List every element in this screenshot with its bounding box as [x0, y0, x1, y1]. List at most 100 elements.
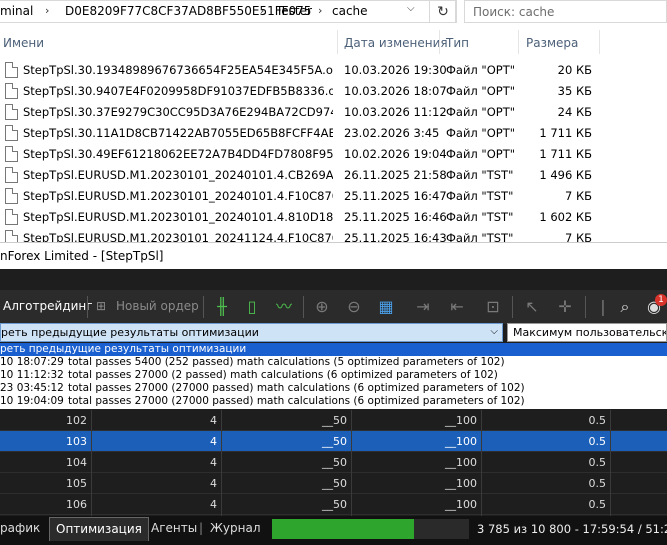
list-item[interactable]: 23 03:45:12 total passes 27000 (27000 pas…	[0, 382, 667, 395]
tab-optimization[interactable]: Оптимизация	[49, 517, 149, 541]
tab-graph[interactable]: рафик	[0, 521, 40, 535]
cell-pass: 102	[66, 414, 87, 427]
cursor-icon[interactable]: ↖	[522, 297, 542, 317]
divider	[610, 410, 611, 516]
divider	[512, 296, 513, 318]
table-row[interactable]: 102 4 __50 __100 0.5	[0, 410, 667, 431]
list-item[interactable]: 10 19:04:09 total passes 27000 (27000 pas…	[0, 395, 667, 408]
candle-chart-icon[interactable]: ▯	[242, 297, 262, 317]
file-type: Файл "OPT"	[446, 147, 516, 161]
breadcrumb-tester[interactable]: Tester	[276, 4, 312, 18]
cell-param: 0.5	[588, 456, 607, 469]
file-date: 25.11.2025 16:47	[344, 189, 447, 203]
file-date: 10.03.2026 19:30	[344, 63, 447, 77]
cell-param: __50	[322, 456, 347, 469]
divider	[439, 30, 440, 54]
file-row[interactable]: StepTpSl.EURUSD.M1.20230101_20240101.4.8…	[0, 207, 667, 228]
crosshair-icon[interactable]: ✛	[555, 297, 575, 317]
file-type: Файл "OPT"	[446, 84, 516, 98]
column-date[interactable]: Дата изменения	[344, 36, 448, 50]
column-size[interactable]: Размера	[526, 36, 578, 50]
file-row[interactable]: StepTpSl.EURUSD.M1.20230101_20240101.4.F…	[0, 186, 667, 207]
cell-param: 0.5	[588, 477, 607, 490]
list-item[interactable]: 10 18:07:29 total passes 5400 (252 passed…	[0, 356, 667, 369]
breadcrumb-cache[interactable]: cache	[332, 4, 368, 18]
file-row[interactable]: StepTpSl.30.49EF61218062EE72A7B4DD4FD780…	[0, 144, 667, 165]
line-chart-icon[interactable]: 〰	[274, 297, 294, 317]
list-item[interactable]: 10 11:12:32 total passes 27000 (2 passed)…	[0, 369, 667, 382]
file-name: StepTpSl.EURUSD.M1.20230101_20240101.4.8…	[23, 210, 333, 224]
refresh-icon[interactable]: ↻	[429, 0, 457, 23]
table-row[interactable]: 105 4 __50 __100 0.5	[0, 473, 667, 494]
file-date: 26.11.2025 21:58	[344, 168, 447, 182]
chevron-down-icon[interactable]: ⌵	[490, 326, 498, 337]
file-icon	[5, 62, 18, 78]
screenshot-icon[interactable]: ⊡	[483, 297, 503, 317]
cell-param: __100	[445, 435, 477, 448]
column-type[interactable]: Тип	[446, 36, 469, 50]
file-row[interactable]: StepTpSl.EURUSD.M1.20230101_20241124.4.F…	[0, 228, 667, 242]
file-type: Файл "TST"	[446, 189, 514, 203]
file-row[interactable]: StepTpSl.EURUSD.M1.20230101_20240101.4.C…	[0, 165, 667, 186]
file-name: StepTpSl.EURUSD.M1.20230101_20241124.4.F…	[23, 231, 333, 242]
new-order-icon[interactable]: ⊞	[96, 299, 106, 313]
tab-journal[interactable]: Журнал	[210, 521, 261, 535]
table-row[interactable]: 106 4 __50 __100 0.5	[0, 494, 667, 515]
grid-icon[interactable]: ▦	[376, 297, 396, 317]
cell-param: 4	[210, 456, 217, 469]
tab-agents[interactable]: Агенты	[151, 521, 197, 535]
cell-pass: 103	[66, 435, 87, 448]
list-item-date: 10 11:12:32	[0, 369, 64, 381]
zoom-in-icon[interactable]: ⊕	[312, 297, 332, 317]
list-item[interactable]: реть предыдущие результаты оптимизации	[0, 343, 667, 356]
list-item-date: 10 18:07:29	[0, 356, 64, 368]
file-icon	[5, 188, 18, 204]
vertical-line-icon[interactable]: |	[593, 297, 613, 317]
progress-bar	[272, 519, 414, 539]
list-item-date: 23 03:45:12	[0, 382, 64, 394]
breadcrumb-terminal[interactable]: minal	[0, 4, 33, 18]
file-row[interactable]: StepTpSl.30.9407E4F0209958DF91037EDFB5B8…	[0, 81, 667, 102]
file-name: StepTpSl.EURUSD.M1.20230101_20240101.4.F…	[23, 189, 333, 203]
list-item-text: total passes 27000 (2 passed) math calcu…	[68, 369, 498, 381]
new-order-button[interactable]: Новый ордер	[116, 299, 199, 313]
chevron-right-icon: ›	[45, 4, 50, 17]
cell-pass: 105	[66, 477, 87, 490]
file-row[interactable]: StepTpSl.30.37E9279C30CC95D3A76E294BA72C…	[0, 102, 667, 123]
cell-param: __100	[445, 477, 477, 490]
divider	[203, 296, 204, 318]
file-icon	[5, 146, 18, 162]
scroll-icon[interactable]: ⇥	[413, 297, 433, 317]
search-input[interactable]: Поиск: cache	[464, 0, 667, 23]
file-name: StepTpSl.30.9407E4F0209958DF91037EDFB5B8…	[23, 84, 333, 98]
cell-param: 4	[210, 498, 217, 511]
cell-param: 4	[210, 477, 217, 490]
table-row[interactable]: 104 4 __50 __100 0.5	[0, 452, 667, 473]
algo-trading-button[interactable]: Алготрейдинг	[3, 299, 93, 313]
file-type: Файл "OPT"	[446, 126, 516, 140]
file-size: 7 КБ	[564, 189, 592, 203]
chevron-down-icon[interactable]: ⌵	[407, 3, 415, 14]
file-size: 20 КБ	[557, 63, 592, 77]
file-name: StepTpSl.30.49EF61218062EE72A7B4DD4FD780…	[23, 147, 333, 161]
optimization-results-select[interactable]: реть предыдущие результаты оптимизации ⌵	[0, 323, 503, 342]
file-row[interactable]: StepTpSl.30.11A1D8CB71422AB7055ED65B8FCF…	[0, 123, 667, 144]
table-row[interactable]: 103 4 __50 __100 0.5	[0, 431, 667, 452]
bar-chart-icon[interactable]: ╫	[212, 297, 232, 317]
file-type: Файл "TST"	[446, 168, 514, 182]
file-row[interactable]: StepTpSl.30.19348989676736654F25EA54E345…	[0, 60, 667, 81]
breadcrumb-id[interactable]: D0E8209F77C8CF37AD8BF550E51FF075	[65, 4, 311, 18]
address-bar: minal › D0E8209F77C8CF37AD8BF550E51FF075…	[0, 0, 667, 24]
toolbar: Алготрейдинг ⊞ Новый ордер ╫ ▯ 〰 ⊕ ⊖ ▦ ⇥…	[0, 290, 667, 324]
shift-icon[interactable]: ⇤	[447, 297, 467, 317]
file-date: 25.11.2025 16:46	[344, 210, 447, 224]
column-name[interactable]: Имени	[3, 36, 44, 50]
zoom-out-icon[interactable]: ⊖	[344, 297, 364, 317]
divider	[481, 410, 482, 516]
criterion-select[interactable]: Максимум пользовательского	[507, 323, 667, 342]
divider	[585, 296, 586, 318]
search-icon[interactable]: ⌕	[615, 297, 635, 317]
file-date: 10.03.2026 11:12	[344, 105, 447, 119]
divider	[337, 30, 338, 54]
list-item-text: total passes 5400 (252 passed) math calc…	[68, 356, 505, 368]
